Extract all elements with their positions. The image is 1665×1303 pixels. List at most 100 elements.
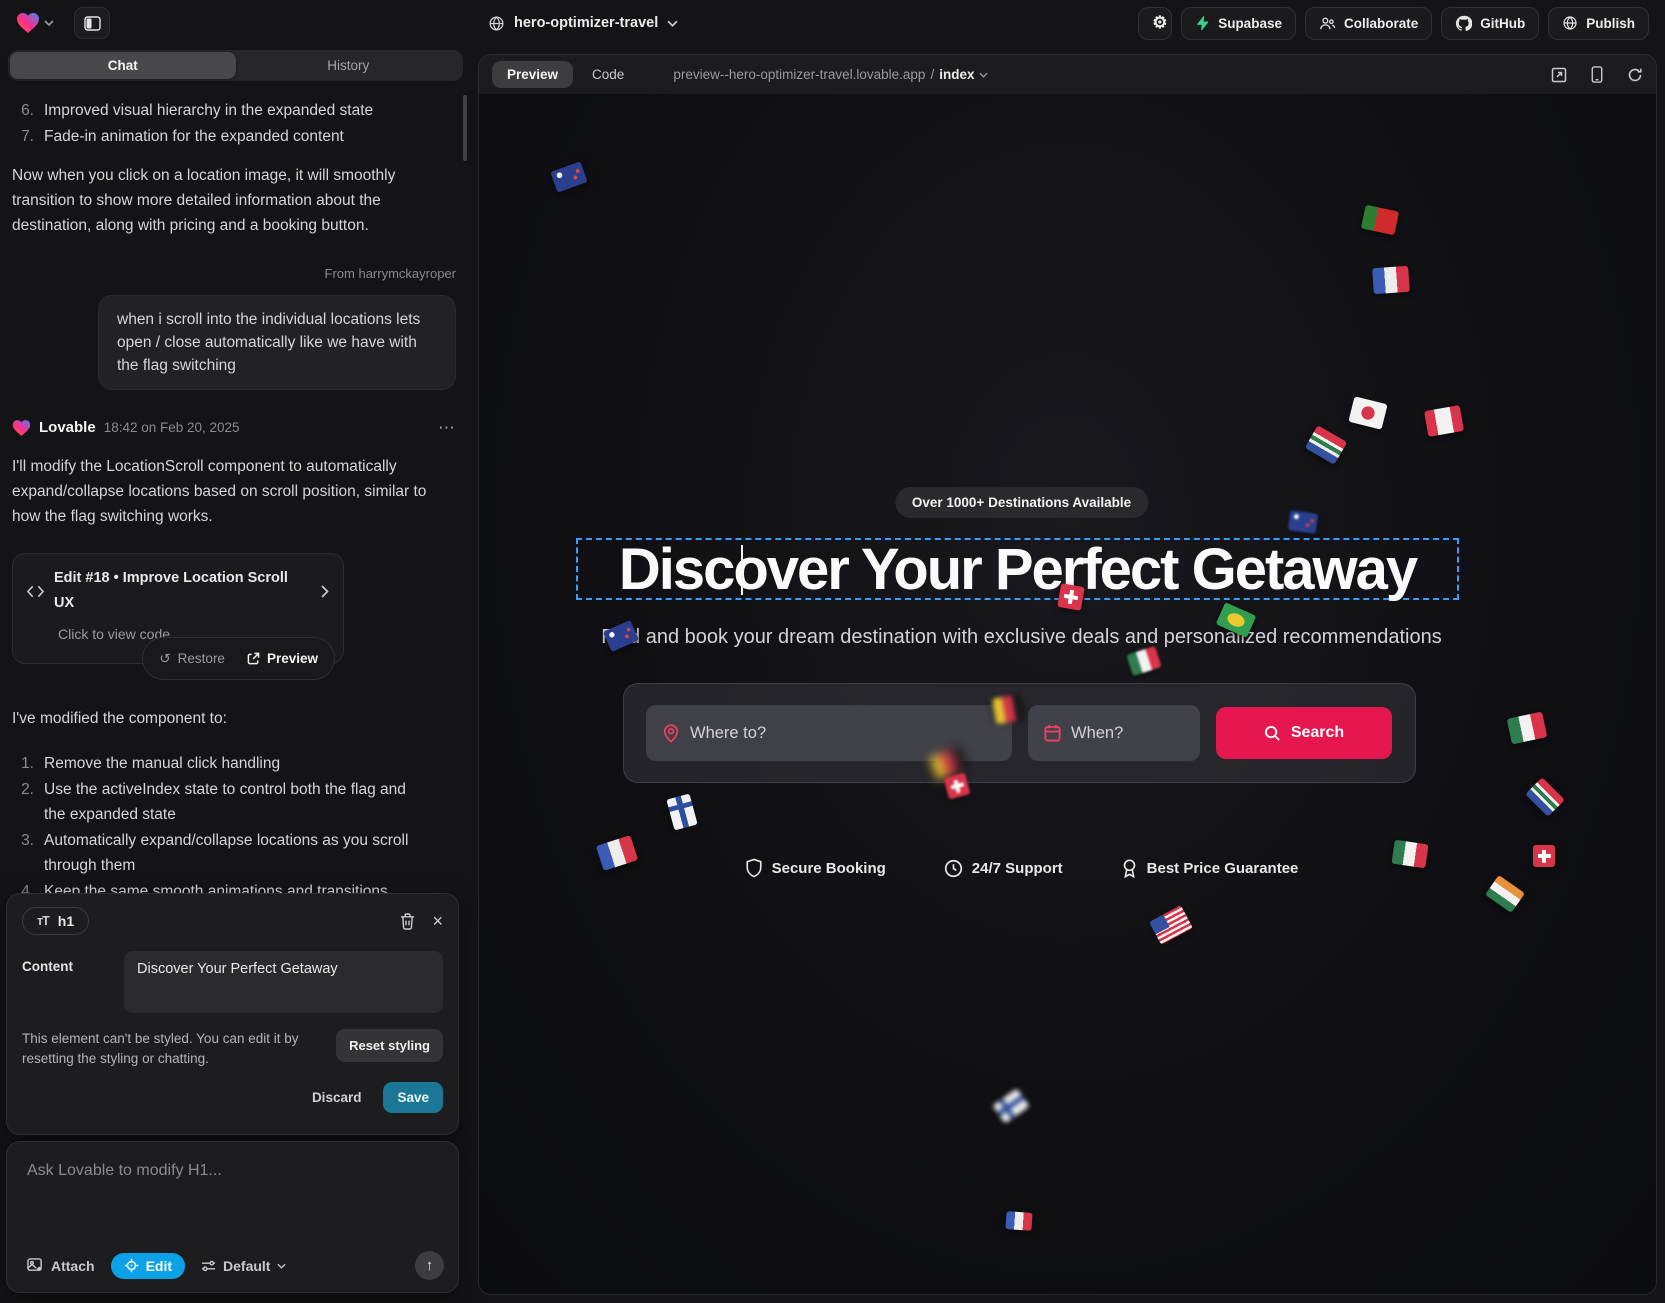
restore-icon: ↺: [159, 646, 170, 671]
more-menu-icon[interactable]: ⋯: [438, 415, 456, 440]
reset-styling-button[interactable]: Reset styling: [336, 1029, 443, 1062]
restore-button[interactable]: ↺ Restore: [150, 643, 234, 674]
close-icon[interactable]: ×: [432, 911, 443, 932]
preview-toolbar: Preview Code preview--hero-optimizer-tra…: [479, 55, 1656, 94]
flag-switzerland-icon: [1533, 845, 1555, 867]
collaborate-button[interactable]: Collaborate: [1305, 7, 1432, 40]
message-timestamp: 18:42 on Feb 20, 2025: [104, 415, 240, 440]
flag-france-icon: [1005, 1211, 1032, 1231]
list-item: 4.Keep the same smooth animations and tr…: [12, 879, 456, 893]
save-button[interactable]: Save: [383, 1082, 443, 1113]
list-item: 6.Improved visual hierarchy in the expan…: [12, 98, 456, 123]
chat-sidebar: Chat History 6.Improved visual hierarchy…: [0, 46, 472, 1303]
collaborate-people-icon: [1319, 16, 1336, 31]
discard-button[interactable]: Discard: [302, 1082, 372, 1113]
attach-button[interactable]: Attach: [21, 1253, 101, 1279]
github-icon: [1455, 15, 1472, 32]
sliders-icon: [201, 1259, 216, 1273]
clock-icon: [944, 859, 963, 878]
lovable-heart-icon: [12, 419, 31, 437]
flag-mexico-icon: [1391, 840, 1428, 868]
shield-icon: [745, 858, 763, 878]
edit-card-wrapper: Edit #18 • Improve Location Scroll UX Cl…: [12, 553, 456, 664]
search-button[interactable]: Search: [1216, 707, 1392, 759]
chevron-down-icon: [44, 20, 54, 26]
model-default-button[interactable]: Default: [195, 1253, 292, 1279]
globe-icon: [488, 15, 505, 32]
trash-icon[interactable]: [400, 913, 415, 930]
assistant-name: Lovable: [39, 415, 96, 440]
h1-editor-panel: тT h1 × Content Discover Your Perfect Ge…: [6, 893, 459, 1135]
user-message-bubble: when i scroll into the individual locati…: [98, 295, 456, 390]
code-icon: [27, 585, 44, 598]
assistant-header: Lovable 18:42 on Feb 20, 2025 ⋯: [12, 415, 456, 440]
assistant-message: Now when you click on a location image, …: [12, 163, 456, 238]
text-caret: [741, 545, 743, 595]
crosshair-icon: [124, 1258, 139, 1273]
tab-history[interactable]: History: [236, 52, 462, 79]
sidebar-toggle-button[interactable]: [74, 7, 110, 39]
hero-title[interactable]: Discover Your Perfect Getaway: [619, 536, 1416, 603]
lovable-heart-icon: [16, 12, 40, 34]
edit-mode-button[interactable]: Edit: [111, 1253, 185, 1279]
element-tag-pill[interactable]: тT h1: [22, 907, 89, 935]
app-header: hero-optimizer-travel ⚙ Supabase Collabo…: [0, 0, 1665, 46]
destinations-badge: Over 1000+ Destinations Available: [895, 487, 1148, 518]
flag-switzerland-icon: [1057, 583, 1085, 611]
list-item: 2.Use the activeIndex state to control b…: [12, 777, 456, 827]
supabase-button[interactable]: Supabase: [1181, 7, 1296, 40]
settings-button[interactable]: ⚙: [1138, 7, 1172, 40]
publish-button[interactable]: Publish: [1548, 7, 1649, 40]
lovable-logo-menu[interactable]: [16, 12, 54, 34]
flag-france-icon: [1372, 266, 1410, 294]
supabase-bolt-icon: [1195, 15, 1210, 31]
tab-code[interactable]: Code: [577, 61, 639, 88]
modifications-list: 1.Remove the manual click handling 2.Use…: [12, 751, 456, 893]
panel-left-icon: [84, 16, 101, 31]
open-in-new-tab-icon[interactable]: [1551, 67, 1567, 83]
styling-note: This element can't be styled. You can ed…: [22, 1029, 324, 1069]
refresh-icon[interactable]: [1627, 67, 1643, 83]
publish-globe-icon: [1562, 15, 1578, 31]
gear-icon: ⚙: [1152, 13, 1167, 33]
tab-chat[interactable]: Chat: [10, 52, 236, 79]
chat-message-input[interactable]: [21, 1156, 444, 1186]
project-name: hero-optimizer-travel: [514, 15, 658, 31]
preview-panel: Preview Code preview--hero-optimizer-tra…: [478, 54, 1657, 1295]
search-icon: [1264, 725, 1281, 742]
trust-support: 24/7 Support: [944, 858, 1063, 878]
when-field[interactable]: [1028, 705, 1200, 761]
chat-thread: 6.Improved visual hierarchy in the expan…: [0, 86, 472, 893]
github-button[interactable]: GitHub: [1441, 7, 1539, 40]
mobile-view-icon[interactable]: [1591, 66, 1603, 83]
trust-best-price: Best Price Guarantee: [1121, 858, 1299, 878]
url-host: preview--hero-optimizer-travel.lovable.a…: [673, 67, 925, 82]
external-link-icon: [247, 652, 260, 665]
preview-url[interactable]: preview--hero-optimizer-travel.lovable.a…: [673, 67, 988, 82]
url-page: index: [939, 67, 974, 82]
hero-subtitle: Find and book your dream destination wit…: [479, 626, 1564, 649]
assistant-message: I've modified the component to:: [12, 706, 456, 731]
chevron-right-icon: [321, 585, 329, 598]
list-item: 3.Automatically expand/collapse location…: [12, 828, 456, 878]
message-author-label: From harrymckayroper: [12, 261, 456, 286]
tab-preview[interactable]: Preview: [492, 61, 573, 88]
preview-button[interactable]: Preview: [238, 643, 327, 674]
where-input[interactable]: [690, 724, 996, 743]
edit-card-title: Edit #18 • Improve Location Scroll UX: [54, 566, 311, 616]
list-item: 7.Fade-in animation for the expanded con…: [12, 124, 456, 149]
flag-germany-icon: [992, 694, 1026, 725]
content-input[interactable]: Discover Your Perfect Getaway: [124, 951, 443, 1013]
chevron-down-icon: [277, 1263, 286, 1269]
app-root: hero-optimizer-travel ⚙ Supabase Collabo…: [0, 0, 1665, 1303]
feature-list: 6.Improved visual hierarchy in the expan…: [12, 98, 456, 149]
preview-frame: Over 1000+ Destinations Available Discov…: [479, 94, 1656, 1294]
arrow-up-icon: ↑: [426, 1257, 434, 1274]
element-tag-label: h1: [58, 913, 74, 929]
when-input[interactable]: [1071, 724, 1184, 743]
h1-selection-box[interactable]: Discover Your Perfect Getaway: [576, 538, 1459, 600]
project-switcher[interactable]: hero-optimizer-travel: [488, 0, 678, 46]
flag-new-zealand-icon: [1288, 510, 1319, 534]
map-pin-icon: [662, 723, 680, 743]
send-button[interactable]: ↑: [415, 1251, 444, 1280]
